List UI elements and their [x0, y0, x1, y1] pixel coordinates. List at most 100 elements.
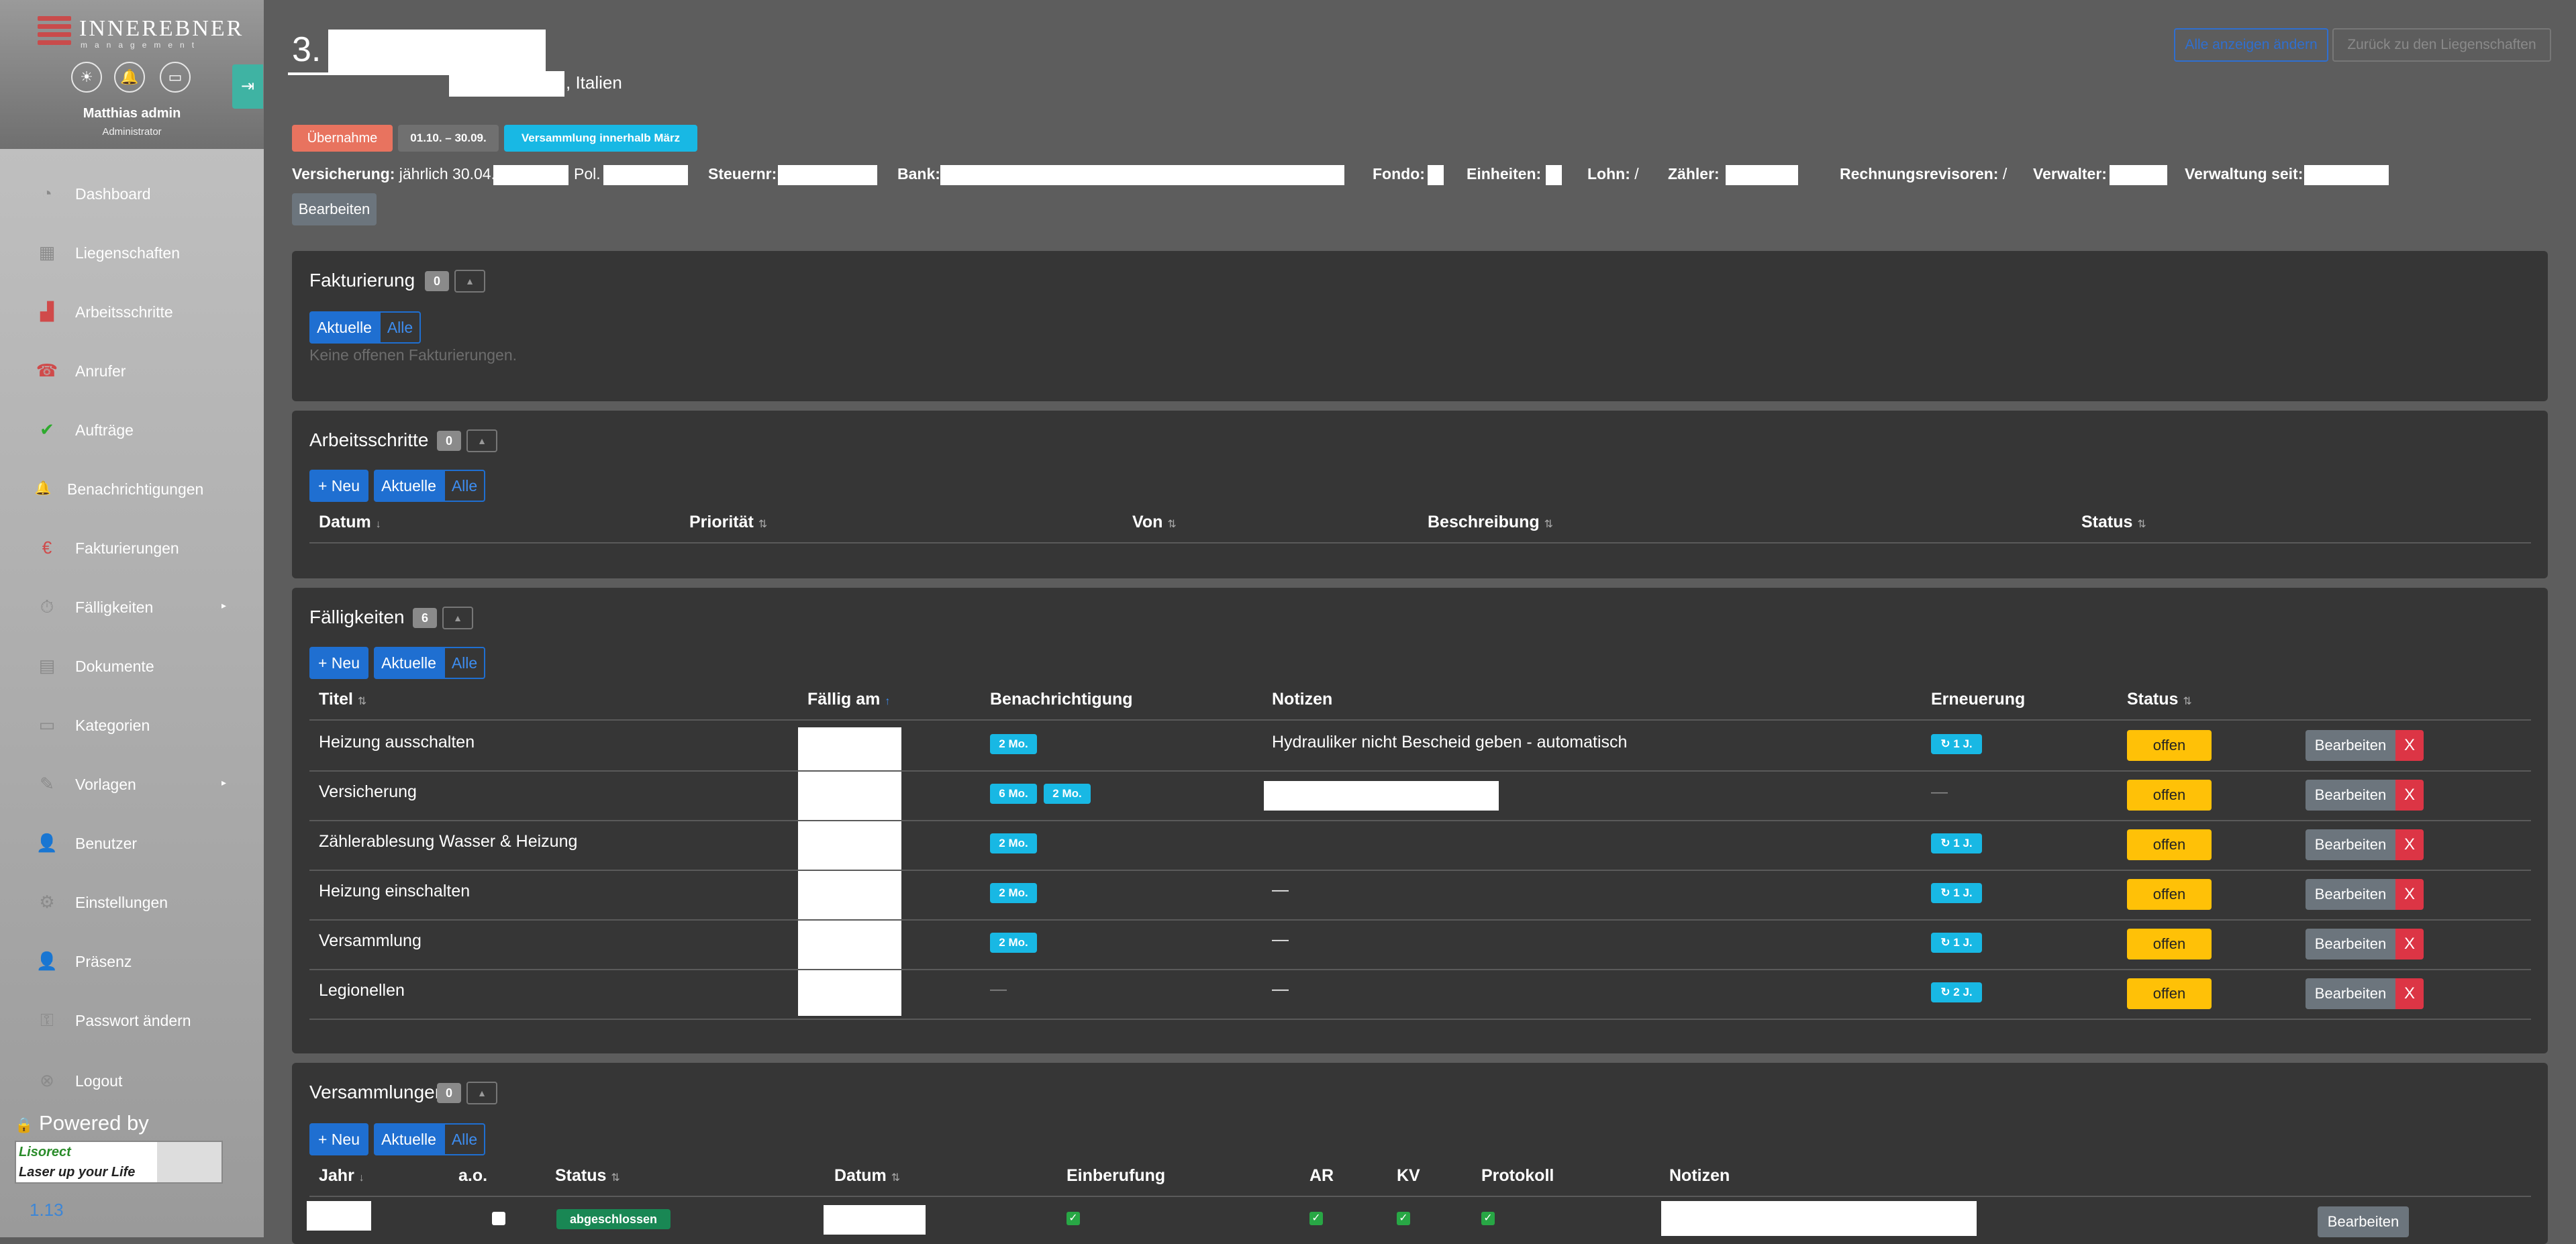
back-to-properties-button[interactable]: Zurück zu den Liegenschaften — [2332, 28, 2551, 62]
column-header-datum[interactable]: Datum ⇅ — [834, 1166, 900, 1186]
sidebar-item-label: Anrufer — [75, 362, 126, 380]
chevron-right-icon: ▸ — [221, 777, 227, 788]
kv-check-icon: ✓ — [1397, 1212, 1410, 1225]
partner-logo[interactable]: Lisorect Laser up your Life — [15, 1141, 223, 1184]
notify-badge: 2 Mo. — [1044, 784, 1091, 804]
sidebar-item-faelligkeiten[interactable]: ⏱ Fälligkeiten ▸ — [0, 577, 264, 636]
delete-button[interactable]: X — [2395, 780, 2424, 811]
sidebar-item-arbeitsschritte[interactable]: ▟ Arbeitsschritte — [0, 282, 264, 341]
filter-current-button[interactable]: Aktuelle — [374, 647, 444, 679]
sidebar-item-benachrichtigungen[interactable]: 🔔 Benachrichtigungen — [0, 459, 264, 518]
edit-button[interactable]: Bearbeiten — [2318, 1206, 2409, 1237]
filter-all-button[interactable]: Alle — [379, 311, 421, 344]
edit-button[interactable]: Bearbeiten — [2306, 929, 2395, 960]
verwaltung-seit-redacted — [2304, 165, 2389, 185]
filter-all-button[interactable]: Alle — [444, 647, 485, 679]
column-header-jahr[interactable]: Jahr ↓ — [319, 1166, 364, 1186]
row-title: Legionellen — [319, 981, 405, 1000]
edit-property-button[interactable]: Bearbeiten — [292, 193, 377, 225]
brand-logo[interactable]: INNEREBNER management — [38, 13, 242, 54]
sidebar-item-logout[interactable]: ⊗ Logout — [0, 1051, 264, 1110]
sidebar-item-kategorien[interactable]: ▭ Kategorien — [0, 695, 264, 754]
collapse-button[interactable]: ▲ — [442, 607, 473, 629]
sidebar-toggle-icon[interactable]: ⇥ — [232, 64, 263, 109]
sidebar-item-dashboard[interactable]: ◔ Dashboard — [0, 164, 264, 223]
edit-button[interactable]: Bearbeiten — [2306, 730, 2395, 761]
delete-button[interactable]: X — [2395, 929, 2424, 960]
page-title-number: 3. — [292, 30, 321, 69]
status-badge[interactable]: offen — [2127, 829, 2212, 860]
zaehler-redacted — [1726, 165, 1798, 185]
sidebar-item-einstellungen[interactable]: ⚙ Einstellungen — [0, 872, 264, 931]
column-header-status[interactable]: Status ⇅ — [2081, 513, 2146, 532]
delete-button[interactable]: X — [2395, 829, 2424, 860]
collapse-button[interactable]: ▲ — [466, 1082, 497, 1104]
sidebar-item-vorlagen[interactable]: ✎ Vorlagen ▸ — [0, 754, 264, 813]
status-badge[interactable]: offen — [2127, 879, 2212, 910]
new-button[interactable]: + Neu — [309, 470, 368, 502]
delete-button[interactable]: X — [2395, 730, 2424, 761]
status-badge[interactable]: offen — [2127, 978, 2212, 1009]
edit-button[interactable]: Bearbeiten — [2306, 780, 2395, 811]
status-badge[interactable]: offen — [2127, 929, 2212, 960]
filter-current-button[interactable]: Aktuelle — [374, 1123, 444, 1155]
chat-icon[interactable]: ▭ — [160, 62, 191, 93]
new-button[interactable]: + Neu — [309, 647, 368, 679]
column-header-status[interactable]: Status ⇅ — [555, 1166, 620, 1186]
edit-button[interactable]: Bearbeiten — [2306, 978, 2395, 1009]
delete-button[interactable]: X — [2395, 978, 2424, 1009]
column-header-prioritaet[interactable]: Priorität ⇅ — [689, 513, 767, 532]
column-header-faellig-am[interactable]: Fällig am ↑ — [807, 690, 890, 709]
user-role: Administrator — [102, 126, 162, 138]
bell-icon[interactable]: 🔔 — [114, 62, 145, 93]
sidebar-item-passwort[interactable]: ⚿ Passwort ändern — [0, 990, 264, 1049]
edit-button[interactable]: Bearbeiten — [2306, 879, 2395, 910]
new-button[interactable]: + Neu — [309, 1123, 368, 1155]
sidebar-item-auftraege[interactable]: ✔ Aufträge — [0, 400, 264, 459]
partner-line-1: Lisorect — [19, 1145, 71, 1159]
subtitle-redacted — [449, 71, 564, 97]
sidebar-item-fakturierungen[interactable]: € Fakturierungen — [0, 518, 264, 577]
filter-all-button[interactable]: Alle — [444, 1123, 485, 1155]
sun-icon[interactable]: ☀ — [71, 62, 102, 93]
row-title: Heizung ausschalten — [319, 733, 475, 751]
page-subtitle: , Italien — [566, 72, 622, 93]
header-action-button[interactable]: Alle anzeigen ändern — [2174, 28, 2328, 62]
sidebar-item-liegenschaften[interactable]: ▦ Liegenschaften — [0, 223, 264, 282]
sidebar-item-dokumente[interactable]: ▤ Dokumente — [0, 636, 264, 695]
column-header-von[interactable]: Von ⇅ — [1132, 513, 1177, 532]
status-badge[interactable]: offen — [2127, 730, 2212, 761]
column-header-status[interactable]: Status ⇅ — [2127, 690, 2192, 709]
row-title: Zählerablesung Wasser & Heizung — [319, 832, 578, 851]
logout-icon: ⊗ — [40, 1070, 54, 1090]
sidebar-item-benutzer[interactable]: 👤 Benutzer — [0, 813, 264, 872]
ao-checkbox[interactable] — [492, 1212, 505, 1225]
filter-current-button[interactable]: Aktuelle — [309, 311, 379, 344]
filter-all-button[interactable]: Alle — [444, 470, 485, 502]
column-header-datum[interactable]: Datum ↓ — [319, 513, 381, 532]
sidebar-item-anrufer[interactable]: ☎ Anrufer — [0, 341, 264, 400]
row-notes: — — [1272, 980, 1289, 998]
column-header-beschreibung[interactable]: Beschreibung ⇅ — [1428, 513, 1553, 532]
app-version[interactable]: 1.13 — [30, 1200, 64, 1221]
filter-current-button[interactable]: Aktuelle — [374, 470, 444, 502]
collapse-button[interactable]: ▲ — [466, 429, 497, 452]
versicherung-label: Versicherung: jährlich 30.04. — [292, 165, 495, 183]
sidebar-item-praesenz[interactable]: 👤 Präsenz — [0, 931, 264, 990]
main-content: 3. , Italien Alle anzeigen ändern Zurück… — [264, 0, 2576, 1244]
column-header-titel[interactable]: Titel ⇅ — [319, 690, 366, 709]
renew-badge: ↻ 1 J. — [1931, 734, 1982, 754]
sidebar-item-label: Einstellungen — [75, 894, 168, 911]
status-badge[interactable]: offen — [2127, 780, 2212, 811]
brand-tagline: management — [81, 40, 202, 50]
row-divider — [309, 770, 2531, 772]
count-badge: 0 — [425, 271, 449, 291]
edit-button[interactable]: Bearbeiten — [2306, 829, 2395, 860]
steuernr-label: Steuernr: — [708, 165, 777, 183]
delete-button[interactable]: X — [2395, 879, 2424, 910]
row-divider — [309, 969, 2531, 970]
steuernr-redacted — [778, 165, 877, 185]
versammlungen-panel: Versammlungen 0 ▲ + Neu Aktuelle Alle Ja… — [292, 1063, 2548, 1244]
collapse-button[interactable]: ▲ — [454, 270, 485, 293]
powered-by-label: Powered by — [39, 1111, 149, 1135]
